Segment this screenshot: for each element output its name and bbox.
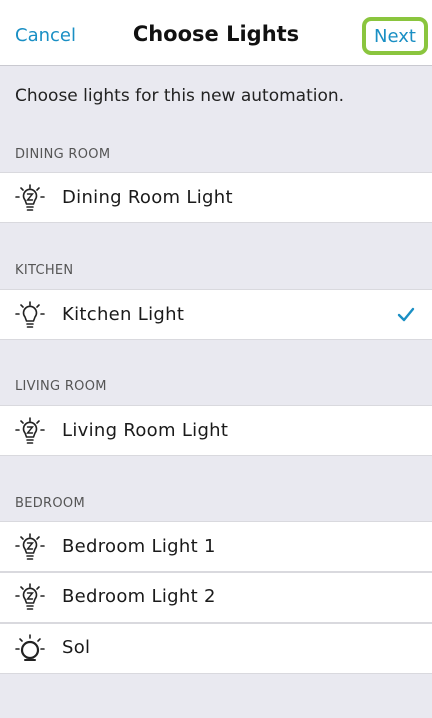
list-item-label: Bedroom Light 2	[62, 586, 216, 607]
navigation-bar: Cancel Choose Lights Next	[0, 0, 432, 66]
round-lamp-icon	[15, 634, 45, 661]
next-button[interactable]: Next	[362, 17, 428, 55]
section-header-dining-room: DINING ROOM	[15, 147, 111, 162]
section-header-bedroom: BEDROOM	[15, 496, 85, 511]
list-item-label: Sol	[62, 637, 91, 658]
list-item-living-room-light[interactable]: Living Room Light	[0, 405, 432, 456]
list-item-label: Kitchen Light	[62, 304, 185, 325]
section-header-living-room: LIVING ROOM	[15, 379, 107, 394]
list-item-label: Dining Room Light	[62, 187, 233, 208]
bulb-icon	[15, 301, 45, 328]
list-item-bedroom-light-2[interactable]: Bedroom Light 2	[0, 572, 432, 623]
bulb-z-icon	[15, 533, 45, 560]
section-header-kitchen: KITCHEN	[15, 263, 74, 278]
list-item-bedroom-light-1[interactable]: Bedroom Light 1	[0, 521, 432, 572]
intro-text: Choose lights for this new automation.	[15, 86, 345, 106]
list-item-label: Bedroom Light 1	[62, 536, 216, 557]
checkmark-icon	[397, 307, 415, 322]
list-item-kitchen-light[interactable]: Kitchen Light	[0, 289, 432, 340]
bulb-z-icon	[15, 184, 45, 211]
list-item-label: Living Room Light	[62, 420, 229, 441]
list-item-dining-room-light[interactable]: Dining Room Light	[0, 172, 432, 223]
bulb-z-icon	[15, 417, 45, 444]
bulb-z-icon	[15, 583, 45, 610]
list-item-sol[interactable]: Sol	[0, 623, 432, 674]
